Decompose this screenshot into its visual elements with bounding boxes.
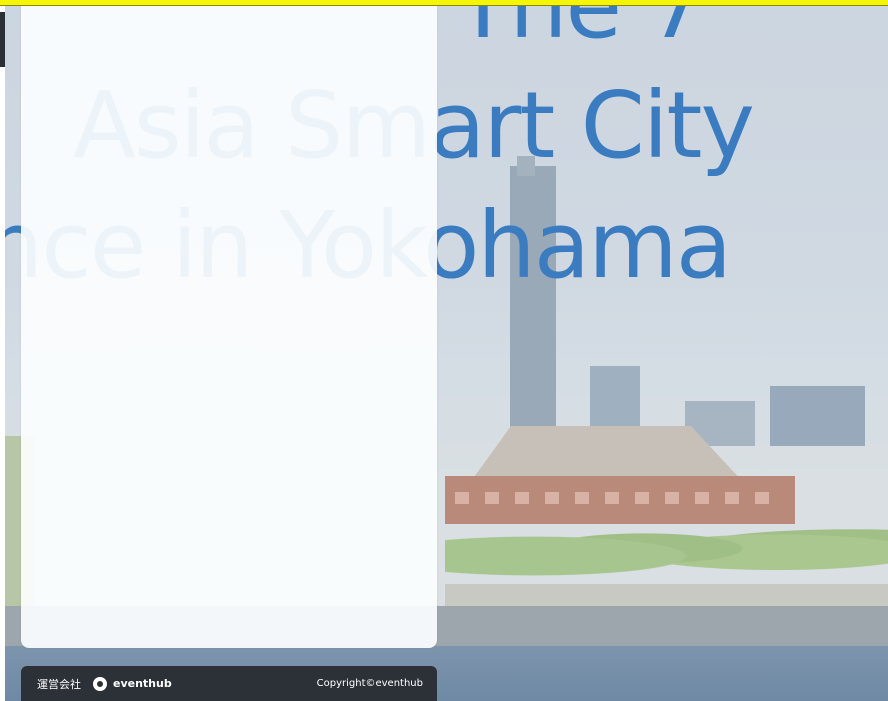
trees [445, 511, 888, 586]
eventhub-logo-icon[interactable] [93, 676, 107, 691]
operator-label: 運営会社 [37, 677, 81, 691]
footer-operator: 運営会社 eventhub [37, 676, 172, 692]
content-panel [21, 6, 437, 648]
left-edge [0, 6, 5, 701]
warehouse-windows [455, 492, 775, 504]
footer-bar: 運営会社 eventhub Copyright©eventhub [21, 666, 437, 701]
left-edge-dark-tab [0, 12, 5, 67]
building-4 [770, 386, 865, 446]
copyright-text: Copyright©eventhub [316, 678, 423, 689]
brand-name[interactable]: eventhub [113, 677, 172, 690]
page-frame: The 7 Asia Smart City nce in Yokohama 運営… [0, 6, 888, 701]
